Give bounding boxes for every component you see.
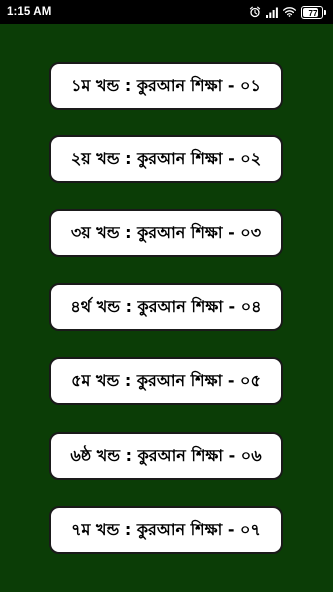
battery-level: 77 xyxy=(308,8,318,18)
app-screen: 1:15 AM 77 ১ম খন্ড: কুরআন শিক্ষা - ০১ ২… xyxy=(0,0,333,592)
signal-icon xyxy=(266,7,278,18)
lesson-button-7[interactable]: ৭ম খন্ড : কুরআন শিক্ষা - ০৭ xyxy=(49,506,283,554)
lesson-button-6[interactable]: ৬ষ্ঠ খন্ড : কুরআন শিক্ষা - ০৬ xyxy=(49,432,283,480)
lesson-button-4[interactable]: ৪র্থ খন্ড : কুরআন শিক্ষা - ০৪ xyxy=(49,283,283,331)
lesson-button-2[interactable]: ২য় খন্ড : কুরআন শিক্ষা - ০২ xyxy=(49,135,283,183)
lesson-screen: ১ম খন্ড : কুরআন শিক্ষা - ০১ ২য় খন্ড : ক… xyxy=(0,24,333,592)
wifi-icon xyxy=(283,7,296,17)
status-icons: 77 xyxy=(249,5,327,19)
alarm-icon xyxy=(249,6,261,18)
lesson-button-3[interactable]: ৩য় খন্ড : কুরআন শিক্ষা - ০৩ xyxy=(49,209,283,257)
battery-icon: 77 xyxy=(301,5,327,19)
status-bar: 1:15 AM 77 xyxy=(0,0,333,24)
lesson-button-5[interactable]: ৫ম খন্ড : কুরআন শিক্ষা - ০৫ xyxy=(49,357,283,405)
lesson-button-1[interactable]: ১ম খন্ড : কুরআন শিক্ষা - ০১ xyxy=(49,62,283,110)
status-time: 1:15 AM xyxy=(7,6,52,18)
